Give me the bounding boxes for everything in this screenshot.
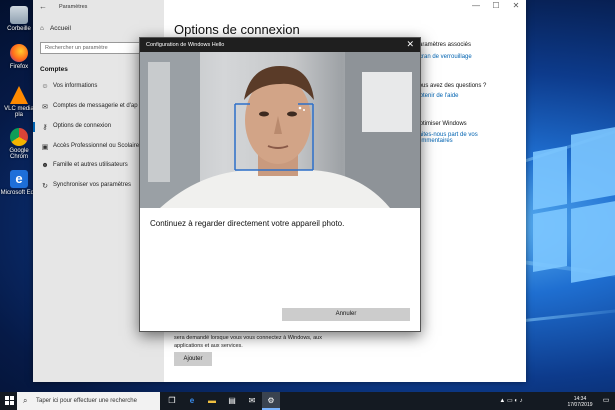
category-heading: Comptes <box>40 66 68 73</box>
feedback-link[interactable]: Faites-nous part de vos commentaires <box>415 132 478 144</box>
windows-start-icon[interactable] <box>0 392 18 410</box>
taskbar: ⌕ Taper ici pour effectuer une recherche… <box>0 392 615 410</box>
key-icon: ⚷ <box>42 124 48 131</box>
system-tray-icons[interactable]: ▲ ▭ ◐ ♪ <box>486 397 536 404</box>
questions-heading: Vous avez des questions ? <box>415 83 487 89</box>
person-icon: ☺ <box>41 83 49 90</box>
notifications-icon[interactable]: ▭ <box>597 392 615 410</box>
people-icon: ☻ <box>41 162 49 169</box>
settings-search-input[interactable]: Rechercher un paramètre ⌕ <box>40 42 152 54</box>
chrome-icon <box>10 128 28 146</box>
taskbar-search-input[interactable]: ⌕ Taper ici pour effectuer une recherche <box>17 392 160 410</box>
improve-heading: Optimiser Windows <box>415 121 467 127</box>
mail-icon[interactable]: ✉ <box>243 392 261 410</box>
back-arrow-icon[interactable]: ← <box>39 2 47 11</box>
dialog-close-icon[interactable]: ✕ <box>406 39 414 50</box>
lock-screen-link[interactable]: Écran de verrouillage <box>415 54 472 60</box>
related-settings-heading: Paramètres associés <box>415 42 472 48</box>
add-button[interactable]: Ajouter <box>174 352 212 366</box>
help-link[interactable]: Obtenir de l'aide <box>415 93 459 99</box>
page-title: Options de connexion <box>174 22 300 37</box>
store-icon[interactable]: ▤ <box>223 392 241 410</box>
dialog-instruction: Continuez à regarder directement votre a… <box>150 219 345 228</box>
briefcase-icon: ▣ <box>41 144 49 151</box>
sidebar-home[interactable]: ⌂ Accueil <box>40 25 71 32</box>
dialog-title-bar: Configuration de Windows Hello ✕ <box>140 38 420 52</box>
mail-icon: ✉ <box>42 104 48 111</box>
file-explorer-icon[interactable]: ▬ <box>203 392 221 410</box>
clock[interactable]: 14:34 17/07/2019 <box>566 396 594 408</box>
clock-date: 17/07/2019 <box>567 402 593 408</box>
vlc-icon <box>10 86 28 104</box>
cancel-button[interactable]: Annuler <box>282 308 410 321</box>
home-icon: ⌂ <box>40 25 44 32</box>
windows-hello-dialog: Configuration de Windows Hello ✕ Continu… <box>139 37 421 332</box>
task-view-icon[interactable]: ❐ <box>163 392 181 410</box>
camera-preview <box>140 52 420 208</box>
edge-icon[interactable]: e <box>183 392 201 410</box>
firefox-icon <box>10 44 28 62</box>
settings-icon[interactable]: ⚙ <box>262 392 280 410</box>
search-icon: ⌕ <box>23 396 28 405</box>
sync-icon: ↻ <box>42 183 48 190</box>
window-title: Paramètres <box>59 4 88 10</box>
recycle-bin-icon <box>10 6 28 24</box>
edge-icon: e <box>10 170 28 188</box>
windows-logo-wallpaper <box>527 125 615 285</box>
camera-feed-image <box>140 52 420 208</box>
dialog-title: Configuration de Windows Hello <box>146 42 225 48</box>
